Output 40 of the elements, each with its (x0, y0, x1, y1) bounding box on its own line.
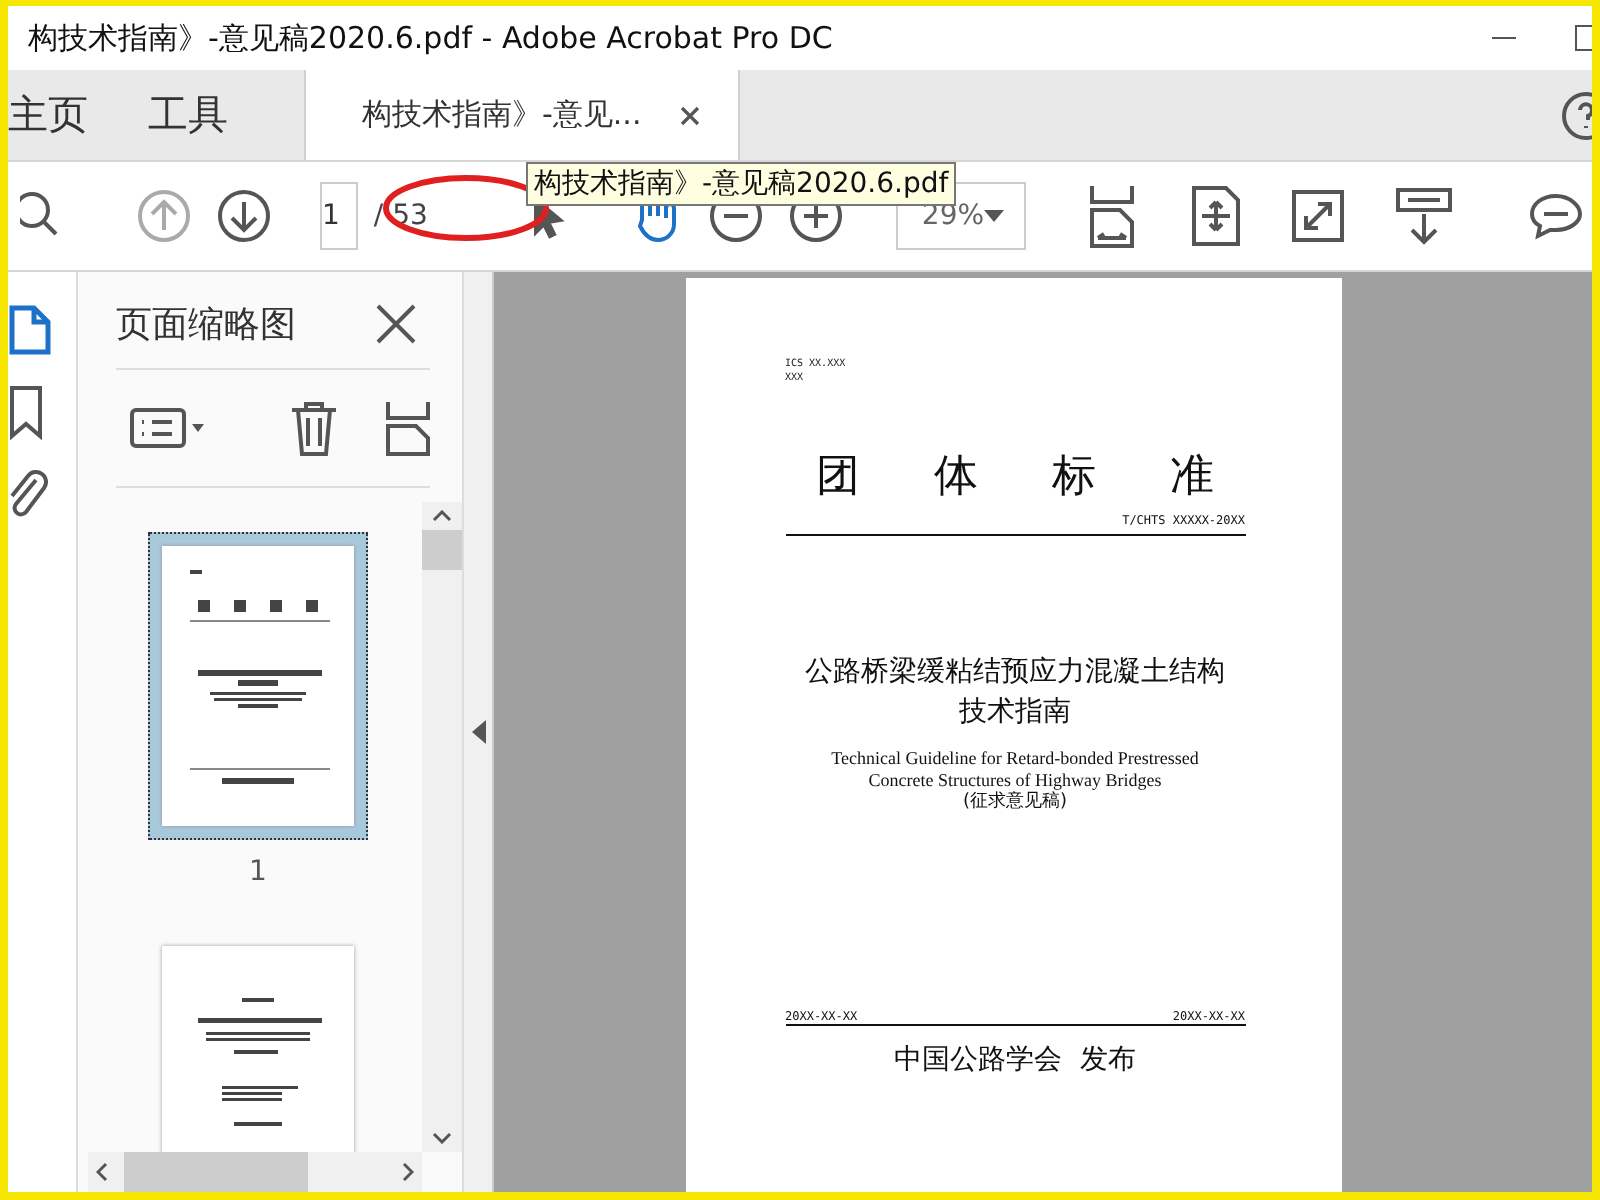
extract-page-icon[interactable] (384, 398, 432, 458)
minimize-icon (1492, 36, 1516, 40)
vertical-scrollbar[interactable] (422, 502, 462, 1152)
fit-page-icon[interactable] (1190, 184, 1243, 248)
down-arrow-icon[interactable] (216, 188, 272, 244)
collapse-arrow-icon (471, 720, 485, 744)
down-chevron-icon (432, 1132, 452, 1144)
english-title: Technical Guideline for Retard-bonded Prestressed (829, 748, 1201, 770)
bookmark-icon (8, 384, 44, 440)
close-icon (677, 103, 702, 127)
tab[interactable]: 工具 (148, 70, 256, 160)
scrollbar-thumb[interactable] (422, 530, 462, 570)
right-chevron-icon (402, 1162, 414, 1182)
fit-height-icon[interactable] (1086, 182, 1139, 250)
scroll-mode-icon[interactable] (1394, 186, 1455, 246)
tab[interactable]: 主页 (8, 70, 116, 160)
thumbnail-label: 1 (249, 856, 267, 888)
tab[interactable]: 构技术指南》-意见... (304, 70, 740, 160)
up-chevron-icon (432, 510, 452, 522)
left-chevron-icon (96, 1162, 108, 1182)
standard-type: 团 体 标 准 (814, 450, 1216, 506)
trash-icon[interactable] (288, 398, 340, 458)
tooltip: 构技术指南》-意见稿2020.6.pdf (526, 162, 957, 206)
scrollbar-thumb[interactable] (124, 1152, 308, 1192)
window-title: 构技术指南》-意见稿2020.6.pdf - Adobe Acrobat Pro DC (26, 19, 833, 57)
page-number-field[interactable]: 1 (320, 182, 358, 250)
english-title: Concrete Structures of Highway Bridges (866, 770, 1164, 791)
document-title: 技术指南 (957, 694, 1073, 732)
page-thumbnail[interactable] (148, 532, 368, 840)
document-title: 公路桥梁缓粘结预应力混凝土结构 (803, 654, 1227, 692)
full-screen-icon[interactable] (1290, 188, 1347, 244)
close-panel-button[interactable] (374, 302, 418, 346)
draft-note: (征求意见稿) (960, 792, 1070, 814)
comment-icon[interactable] (1526, 188, 1587, 244)
horizontal-scrollbar[interactable] (88, 1152, 422, 1192)
options-icon[interactable] (128, 402, 208, 454)
page-icon[interactable] (8, 304, 52, 356)
publisher: 中国公路学会 发布 (892, 1042, 1138, 1078)
panel-title: 页面缩略图 (116, 302, 296, 348)
caret-icon (984, 210, 1005, 222)
